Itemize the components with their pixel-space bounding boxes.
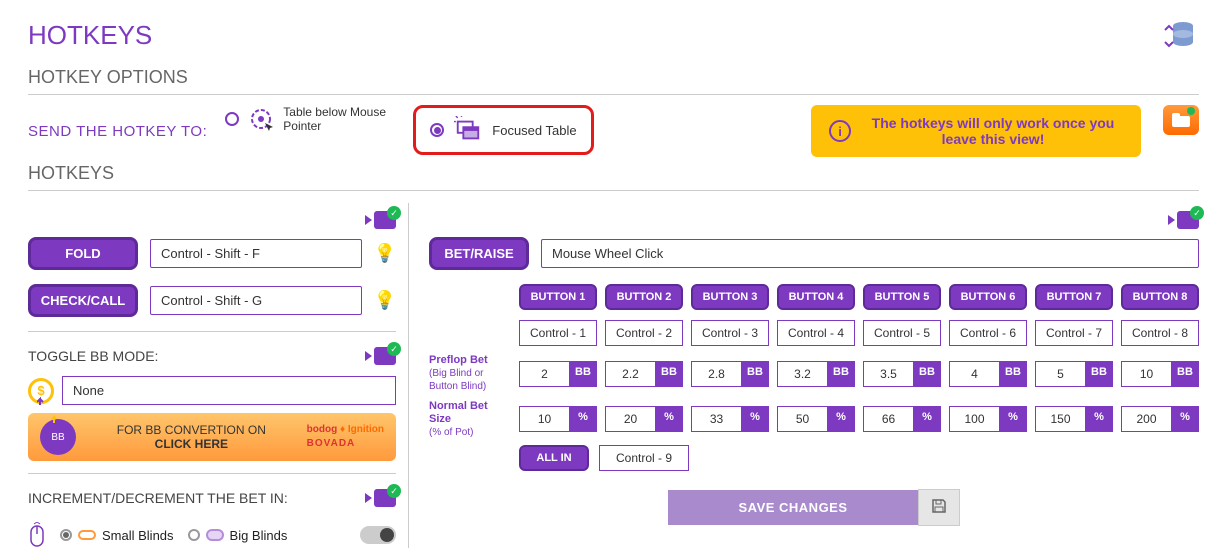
ctrl-input-5[interactable]: Control - 5 (863, 320, 941, 346)
normal-val-2[interactable]: 20 (605, 406, 655, 432)
promo-line1: FOR BB CONVERTION ON (117, 423, 266, 437)
button-header-6[interactable]: BUTTON 6 (949, 284, 1027, 310)
button-header-3[interactable]: BUTTON 3 (691, 284, 769, 310)
send-hotkey-label: SEND THE HOTKEY TO: (28, 123, 207, 140)
check-call-button[interactable]: CHECK/CALL (28, 284, 138, 317)
big-blinds-radio[interactable]: Big Blinds (188, 528, 288, 543)
button-header-7[interactable]: BUTTON 7 (1035, 284, 1113, 310)
ctrl-input-8[interactable]: Control - 8 (1121, 320, 1199, 346)
radio-pointer-circle[interactable] (225, 112, 239, 126)
focused-option-label: Focused Table (492, 123, 576, 138)
button-header-2[interactable]: BUTTON 2 (605, 284, 683, 310)
ctrl-input-7[interactable]: Control - 7 (1035, 320, 1113, 346)
focused-window-icon (454, 116, 482, 144)
toggle-bb-header: TOGGLE BB MODE: (28, 348, 158, 364)
brand-logos: bodog ♦ Ignition BOVADA (307, 423, 384, 451)
preflop-val-3[interactable]: 2.8 (691, 361, 741, 387)
radio-pointer-option[interactable]: Table below Mouse Pointer (225, 105, 403, 134)
coin-dollar-icon: $ (28, 378, 54, 404)
radio-focused-option-highlighted[interactable]: Focused Table (413, 105, 593, 155)
preflop-val-5[interactable]: 3.5 (863, 361, 913, 387)
left-folder-expand[interactable]: ✓ (365, 211, 396, 229)
preflop-val-4[interactable]: 3.2 (777, 361, 827, 387)
bb-badge-icon: BB (40, 419, 76, 455)
button-header-4[interactable]: BUTTON 4 (777, 284, 855, 310)
normal-val-6[interactable]: 100 (949, 406, 999, 432)
preflop-label: Preflop Bet(Big Blind or Button Blind) (429, 354, 511, 394)
hint-icon[interactable]: 💡 (374, 290, 396, 311)
ctrl-input-2[interactable]: Control - 2 (605, 320, 683, 346)
info-icon: i (829, 120, 851, 142)
save-changes-button[interactable]: SAVE CHANGES (668, 490, 918, 525)
hint-icon[interactable]: 💡 (374, 243, 396, 264)
ctrl-input-4[interactable]: Control - 4 (777, 320, 855, 346)
cursor-target-icon (247, 105, 275, 133)
fold-button[interactable]: FOLD (28, 237, 138, 270)
normal-val-1[interactable]: 10 (519, 406, 569, 432)
normal-val-5[interactable]: 66 (863, 406, 913, 432)
small-blinds-radio[interactable]: Small Blinds (60, 528, 174, 543)
all-in-button[interactable]: ALL IN (519, 445, 589, 471)
preflop-val-2[interactable]: 2.2 (605, 361, 655, 387)
button-header-1[interactable]: BUTTON 1 (519, 284, 597, 310)
normal-val-4[interactable]: 50 (777, 406, 827, 432)
normal-val-8[interactable]: 200 (1121, 406, 1171, 432)
bb-folder-expand[interactable]: ✓ (365, 347, 396, 365)
normal-label: Normal Bet Size(% of Pot) (429, 400, 511, 440)
preflop-val-6[interactable]: 4 (949, 361, 999, 387)
export-folder-button[interactable] (1163, 105, 1199, 135)
button-header-5[interactable]: BUTTON 5 (863, 284, 941, 310)
bet-raise-hotkey-input[interactable]: Mouse Wheel Click (541, 239, 1199, 268)
preflop-val-8[interactable]: 10 (1121, 361, 1171, 387)
warning-notice: i The hotkeys will only work once you le… (811, 105, 1141, 157)
preflop-val-1[interactable]: 2 (519, 361, 569, 387)
preflop-val-7[interactable]: 5 (1035, 361, 1085, 387)
ctrl-input-3[interactable]: Control - 3 (691, 320, 769, 346)
normal-val-3[interactable]: 33 (691, 406, 741, 432)
radio-focused-circle[interactable] (430, 123, 444, 137)
fold-hotkey-input[interactable]: Control - Shift - F (150, 239, 362, 268)
normal-val-7[interactable]: 150 (1035, 406, 1085, 432)
button-header-8[interactable]: BUTTON 8 (1121, 284, 1199, 310)
database-icon[interactable] (1161, 20, 1197, 53)
bb-conversion-promo[interactable]: BB FOR BB CONVERTION ON CLICK HERE bodog… (28, 413, 396, 461)
bet-raise-button[interactable]: BET/RAISE (429, 237, 529, 270)
notice-text: The hotkeys will only work once you leav… (863, 115, 1123, 147)
increment-toggle[interactable] (360, 526, 396, 544)
check-hotkey-input[interactable]: Control - Shift - G (150, 286, 362, 315)
inc-folder-expand[interactable]: ✓ (365, 489, 396, 507)
right-folder-expand[interactable]: ✓ (1168, 211, 1199, 229)
page-title: HOTKEYS (28, 20, 1199, 51)
pointer-option-label: Table below Mouse Pointer (283, 105, 403, 134)
ctrl-input-1[interactable]: Control - 1 (519, 320, 597, 346)
section-hotkeys: HOTKEYS (28, 163, 1199, 184)
section-options: HOTKEY OPTIONS (28, 67, 1199, 88)
ctrl-input-6[interactable]: Control - 6 (949, 320, 1027, 346)
bb-toggle-hotkey-input[interactable]: None (62, 376, 396, 405)
increment-header: INCREMENT/DECREMENT THE BET IN: (28, 490, 288, 506)
promo-click-here[interactable]: CLICK HERE (86, 437, 297, 451)
all-in-hotkey-input[interactable]: Control - 9 (599, 445, 689, 471)
save-disk-icon-button[interactable] (918, 489, 960, 526)
